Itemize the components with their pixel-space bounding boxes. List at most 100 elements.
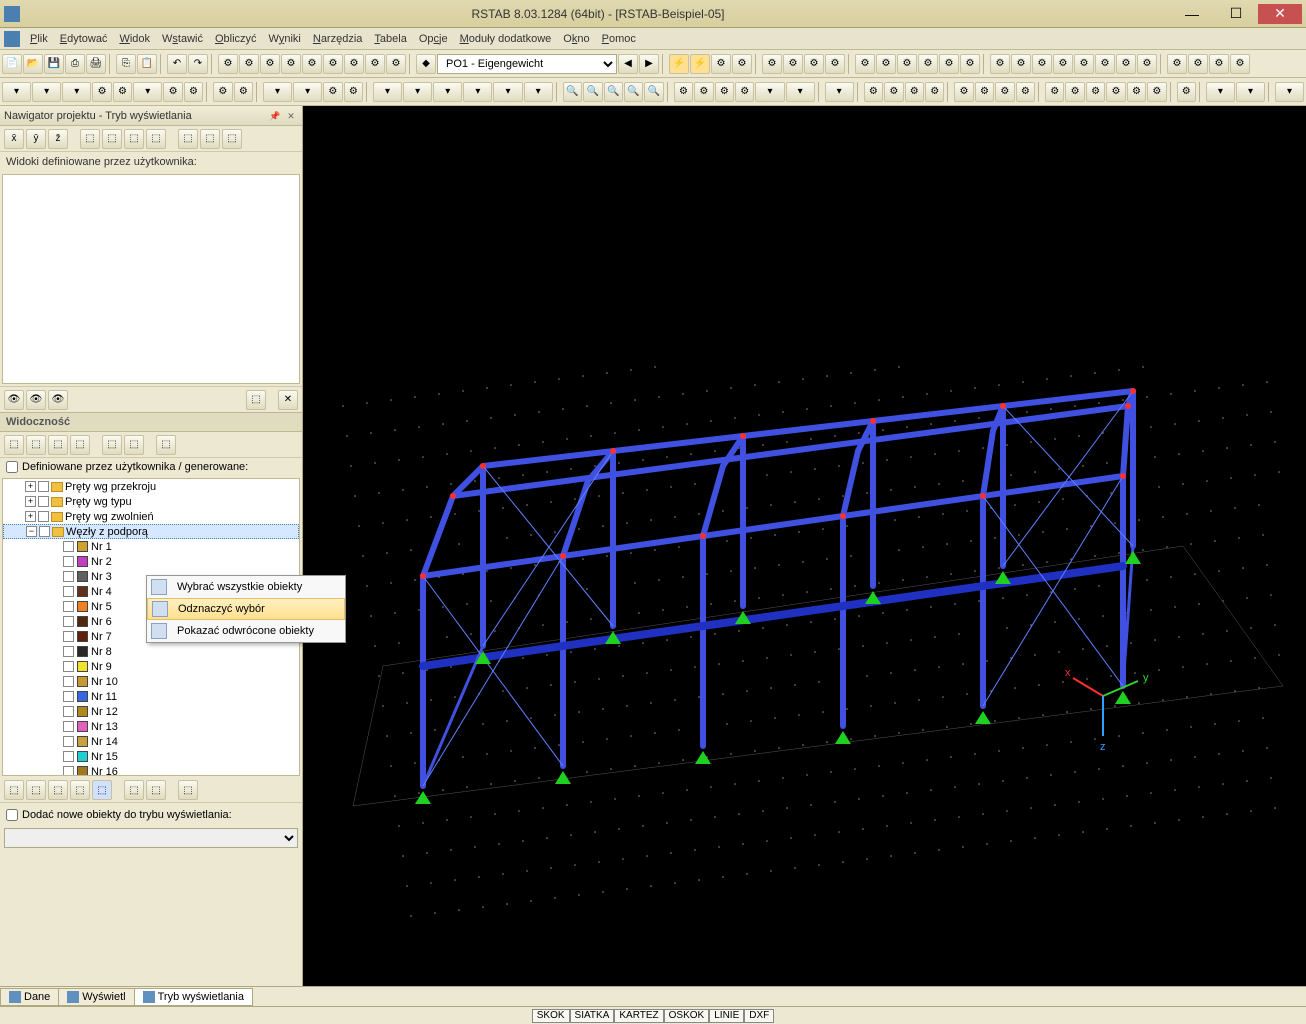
user-defined-checkbox[interactable] — [6, 461, 18, 473]
tool-icon[interactable]: ⚙ — [1177, 82, 1196, 102]
tool-icon[interactable]: ⚙ — [855, 54, 875, 74]
tool-icon[interactable]: ⚙ — [1086, 82, 1105, 102]
view-tool-icon[interactable]: ▾ — [1275, 82, 1304, 102]
node-checkbox[interactable] — [63, 631, 74, 642]
save-icon[interactable]: 💾 — [44, 54, 64, 74]
tool-icon[interactable]: ⚙ — [732, 54, 752, 74]
view-tool-icon[interactable]: ▾ — [293, 82, 322, 102]
zoom-icon[interactable]: 🔍 — [604, 82, 623, 102]
zoom-icon[interactable]: 🔍 — [644, 82, 663, 102]
vis-tool-icon[interactable]: ⬚ — [4, 435, 24, 455]
model-viewport[interactable]: x y z — [303, 106, 1306, 986]
nav-tool-icon[interactable]: ⬚ — [124, 129, 144, 149]
node-checkbox[interactable] — [63, 721, 74, 732]
nav-tool-icon[interactable]: ⬚ — [102, 129, 122, 149]
print-icon[interactable]: 🖨 — [86, 54, 106, 74]
node-checkbox[interactable] — [63, 586, 74, 597]
zoom-icon[interactable]: 🔍 — [624, 82, 643, 102]
zoom-icon[interactable]: 🔍 — [563, 82, 582, 102]
delete-icon[interactable]: ✕ — [278, 390, 298, 410]
tool-icon[interactable]: ⚙ — [1147, 82, 1166, 102]
tool-icon[interactable]: ⚙ — [864, 82, 883, 102]
view-tool-icon[interactable]: ▾ — [403, 82, 432, 102]
tool-icon[interactable]: ⚡ — [690, 54, 710, 74]
loadcase-select[interactable]: PO1 - Eigengewicht — [437, 54, 617, 74]
tool-icon[interactable]: ⚙ — [1095, 54, 1115, 74]
tool-icon[interactable]: ⚙ — [715, 82, 734, 102]
close-button[interactable]: ✕ — [1258, 4, 1302, 24]
vis-tool-icon[interactable]: ⬚ — [26, 435, 46, 455]
menu-wyniki[interactable]: Wyniki — [263, 33, 307, 45]
nav-tool-icon[interactable]: ⬚ — [80, 129, 100, 149]
view-tool-icon[interactable]: ▾ — [433, 82, 462, 102]
context-menu-item[interactable]: Wybrać wszystkie obiekty — [147, 576, 345, 598]
minimize-button[interactable]: — — [1170, 4, 1214, 24]
menu-tabela[interactable]: Tabela — [368, 33, 412, 45]
tool-icon[interactable]: ⚙ — [711, 54, 731, 74]
tool-icon[interactable]: ⚙ — [925, 82, 944, 102]
vis-tool-icon[interactable]: ⬚ — [156, 435, 176, 455]
tool-icon[interactable]: ⚙ — [694, 82, 713, 102]
tree-node[interactable]: Nr 2 — [3, 554, 299, 569]
view-tool-icon[interactable]: ▾ — [62, 82, 91, 102]
view-tool-icon[interactable]: ▾ — [755, 82, 784, 102]
tool-icon[interactable]: ⚙ — [897, 54, 917, 74]
tree-checkbox[interactable] — [38, 481, 49, 492]
undo-icon[interactable]: ↶ — [167, 54, 187, 74]
view-tool-icon[interactable]: ▾ — [373, 82, 402, 102]
pin-icon[interactable]: 📌 — [268, 109, 282, 123]
node-checkbox[interactable] — [63, 706, 74, 717]
add-new-select[interactable] — [4, 828, 298, 848]
bottom-tab[interactable]: Dane — [0, 988, 59, 1006]
tool-icon[interactable]: ⚙ — [1074, 54, 1094, 74]
vis-bottom-icon[interactable]: ⬚ — [146, 780, 166, 800]
nav-tool-icon[interactable]: 👁 — [4, 390, 24, 410]
node-checkbox[interactable] — [63, 601, 74, 612]
menu-pomoc[interactable]: Pomoc — [596, 33, 642, 45]
tool-icon[interactable]: ⚙ — [213, 82, 232, 102]
tool-icon[interactable]: ⚙ — [344, 54, 364, 74]
status-cell[interactable]: SIATKA — [570, 1009, 615, 1023]
bottom-tab[interactable]: Wyświetl — [58, 988, 134, 1006]
tool-icon[interactable]: ⚙ — [674, 82, 693, 102]
tool-icon[interactable]: ⚙ — [239, 54, 259, 74]
loadcase-icon[interactable]: ◆ — [416, 54, 436, 74]
tree-group[interactable]: + Pręty wg typu — [3, 494, 299, 509]
tree-node[interactable]: Nr 15 — [3, 749, 299, 764]
tool-icon[interactable]: ⚙ — [323, 82, 342, 102]
tool-icon[interactable]: ⚙ — [1106, 82, 1125, 102]
status-cell[interactable]: DXF — [744, 1009, 774, 1023]
tool-icon[interactable]: ⚙ — [884, 82, 903, 102]
menu-narzedzia[interactable]: Narzędzia — [307, 33, 369, 45]
nav-tool-icon[interactable]: ⬚ — [246, 390, 266, 410]
tool-icon[interactable]: ⚙ — [163, 82, 182, 102]
status-cell[interactable]: LINIE — [709, 1009, 744, 1023]
tool-icon[interactable]: ⚙ — [92, 82, 111, 102]
tool-icon[interactable]: ⚙ — [1053, 54, 1073, 74]
tool-icon[interactable]: ⚙ — [905, 82, 924, 102]
context-menu-item[interactable]: Odznaczyć wybór — [147, 598, 345, 620]
view-tool-icon[interactable]: ▾ — [493, 82, 522, 102]
menu-plik[interactable]: Plik — [24, 33, 54, 45]
view-tool-icon[interactable]: ▾ — [524, 82, 553, 102]
user-views-list[interactable] — [2, 174, 300, 384]
nav-tool-icon[interactable]: ⬚ — [146, 129, 166, 149]
tree-node[interactable]: Nr 1 — [3, 539, 299, 554]
tree-checkbox[interactable] — [39, 526, 50, 537]
view-tool-icon[interactable]: ▾ — [133, 82, 162, 102]
tool-icon[interactable]: ⚙ — [876, 54, 896, 74]
node-checkbox[interactable] — [63, 571, 74, 582]
tool-icon[interactable]: ⚙ — [975, 82, 994, 102]
nav-tool-icon[interactable]: 👁 — [48, 390, 68, 410]
tool-icon[interactable]: ⚙ — [762, 54, 782, 74]
menu-moduly[interactable]: Moduły dodatkowe — [454, 33, 558, 45]
vis-bottom-icon[interactable]: ⬚ — [48, 780, 68, 800]
node-checkbox[interactable] — [63, 766, 74, 776]
view-tool-icon[interactable]: ▾ — [2, 82, 31, 102]
zoom-icon[interactable]: 🔍 — [583, 82, 602, 102]
tool-icon[interactable]: ⚙ — [1230, 54, 1250, 74]
tool-icon[interactable]: ⚙ — [954, 82, 973, 102]
vis-tool-icon[interactable]: ⬚ — [48, 435, 68, 455]
tool-icon[interactable]: ⚙ — [735, 82, 754, 102]
open-icon[interactable]: 📂 — [23, 54, 43, 74]
